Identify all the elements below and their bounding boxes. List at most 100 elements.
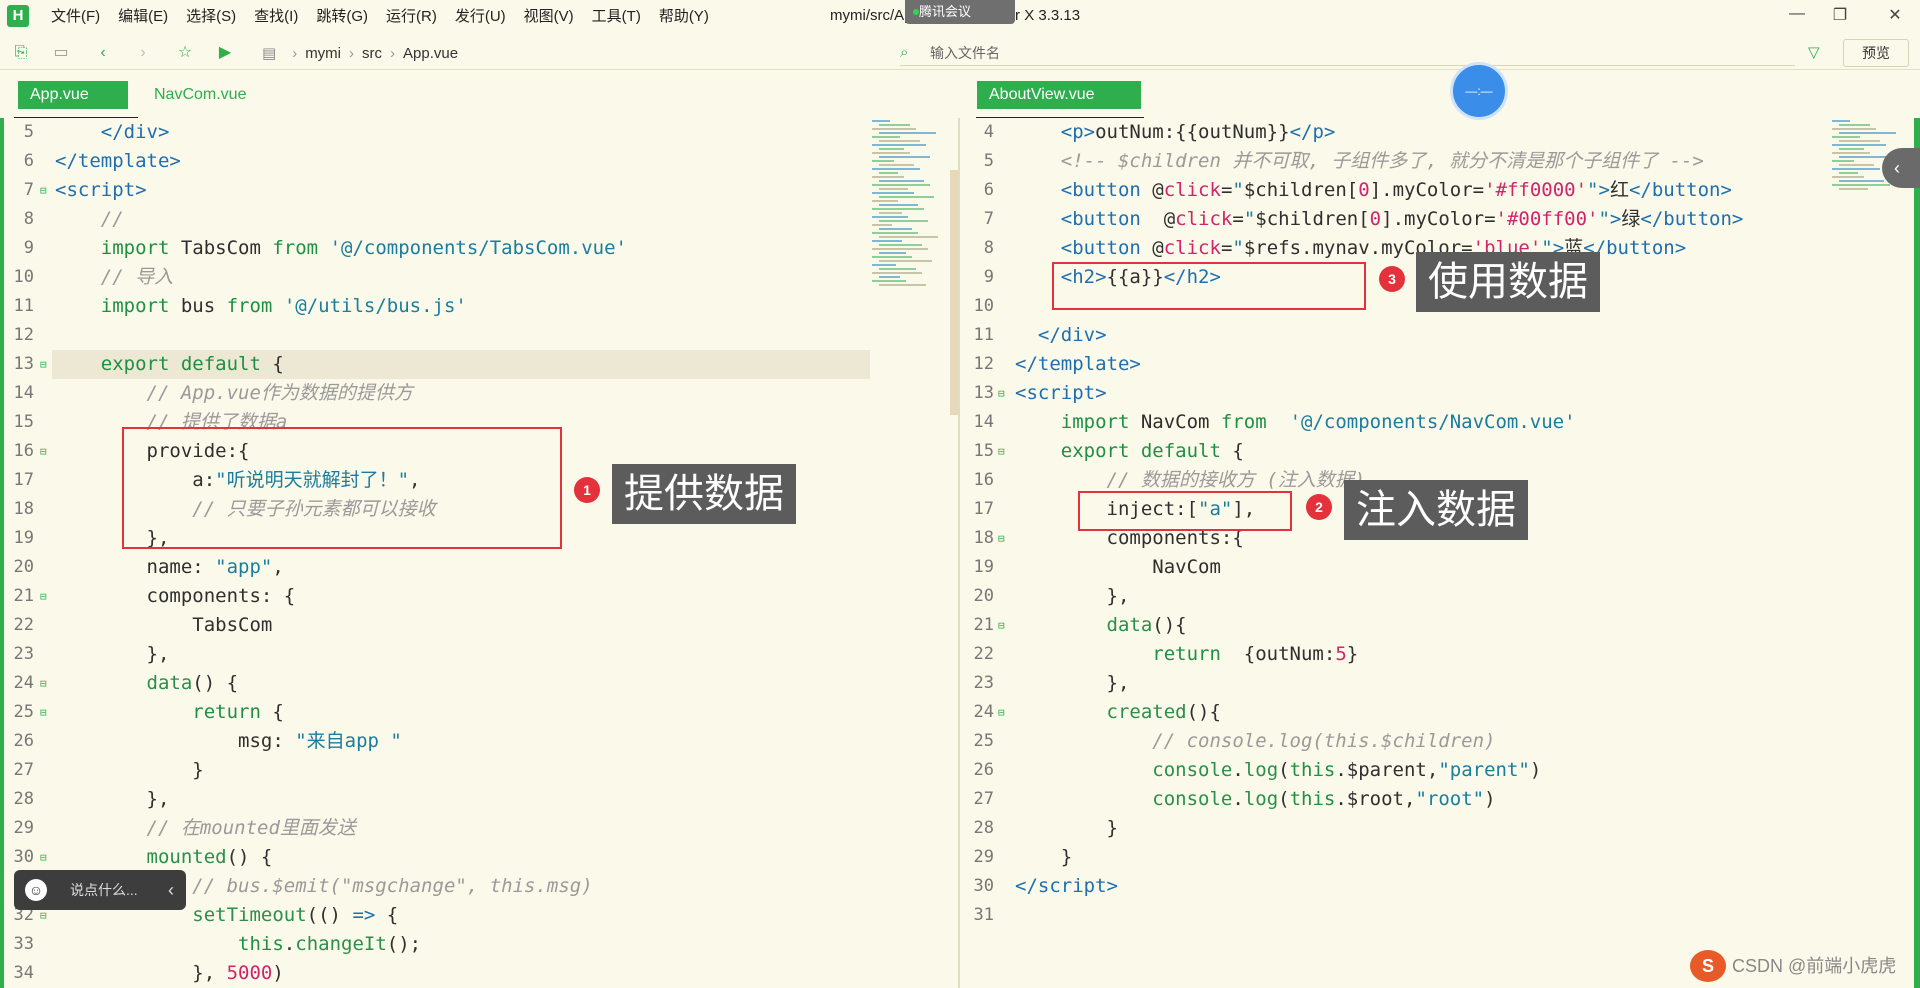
code-line[interactable]: 29 // 在mounted里面发送 — [0, 814, 958, 843]
minimap-line — [872, 168, 920, 170]
side-collapse-arrow-icon[interactable]: ‹ — [1882, 148, 1920, 188]
code-line[interactable]: 20 }, — [960, 582, 1920, 611]
code-line[interactable]: 12 — [0, 321, 958, 350]
code-line[interactable]: 24 ⊟ created(){ — [960, 698, 1920, 727]
fold-toggle-icon[interactable]: ⊟ — [40, 437, 47, 466]
code-line[interactable]: 34 }, 5000) — [0, 959, 958, 988]
fold-toggle-icon[interactable]: ⊟ — [40, 669, 47, 698]
fold-toggle-icon[interactable]: ⊟ — [998, 379, 1005, 408]
close-icon[interactable]: ✕ — [1880, 5, 1910, 25]
menu-item[interactable]: 发行(U) — [446, 6, 515, 28]
code-line[interactable]: 21 ⊟ components: { — [0, 582, 958, 611]
right-editor[interactable]: 4 <p>outNum:{{outNum}}</p> 5 <!-- $childr… — [960, 118, 1920, 988]
filter-icon[interactable]: ▽ — [1808, 43, 1820, 61]
breadcrumb-item[interactable]: src — [362, 45, 382, 62]
code-line[interactable]: 31 — [960, 901, 1920, 930]
left-scrollbar[interactable] — [950, 170, 958, 415]
fold-toggle-icon[interactable]: ⊟ — [40, 176, 47, 205]
code-line[interactable]: 28 } — [960, 814, 1920, 843]
code-text: data(){ — [1106, 614, 1187, 636]
fold-toggle-icon[interactable]: ⊟ — [40, 350, 47, 379]
code-line[interactable]: 22 return {outNum:5} — [960, 640, 1920, 669]
code-line[interactable]: 26 msg: "来自app " — [0, 727, 958, 756]
menu-item[interactable]: 跳转(G) — [307, 6, 377, 28]
menu-item[interactable]: 工具(T) — [583, 6, 650, 28]
fold-toggle-icon[interactable]: ⊟ — [998, 437, 1005, 466]
fold-toggle-icon[interactable]: ⊟ — [998, 524, 1005, 553]
chevron-left-icon[interactable]: ‹ — [168, 870, 174, 910]
code-line[interactable]: 23 }, — [960, 669, 1920, 698]
code-line[interactable]: 23 }, — [0, 640, 958, 669]
code-line[interactable]: 33 this.changeIt(); — [0, 930, 958, 959]
bookmark-star-icon[interactable]: ☆ — [174, 42, 196, 64]
code-line[interactable]: 24 ⊟ data() { — [0, 669, 958, 698]
run-icon[interactable]: ▶ — [214, 42, 236, 64]
fold-toggle-icon[interactable]: ⊟ — [998, 611, 1005, 640]
save-icon[interactable]: ▭ — [50, 42, 72, 64]
code-line[interactable]: 12 </template> — [960, 350, 1920, 379]
chat-input-box[interactable]: ☺ 说点什么... ‹ — [14, 870, 186, 910]
code-line[interactable]: 8 // — [0, 205, 958, 234]
code-line[interactable]: 11 import bus from '@/utils/bus.js' — [0, 292, 958, 321]
code-line[interactable]: 7 ⊟ <script> — [0, 176, 958, 205]
code-line[interactable]: 30 </script> — [960, 872, 1920, 901]
minimize-icon[interactable]: — — [1782, 5, 1812, 23]
menu-item[interactable]: 编辑(E) — [109, 6, 177, 28]
code-line[interactable]: 25 ⊟ return { — [0, 698, 958, 727]
code-line[interactable]: 21 ⊟ data(){ — [960, 611, 1920, 640]
menu-item[interactable]: 选择(S) — [177, 6, 245, 28]
forward-icon[interactable]: › — [132, 42, 154, 64]
floating-clock-widget[interactable]: —:— — [1450, 62, 1508, 120]
code-line[interactable]: 13 ⊟ export default { — [0, 350, 958, 379]
code-line[interactable]: 4 <p>outNum:{{outNum}}</p> — [960, 118, 1920, 147]
fold-toggle-icon[interactable]: ⊟ — [40, 582, 47, 611]
new-file-icon[interactable]: ⎘ — [10, 42, 32, 64]
code-line[interactable]: 14 // App.vue作为数据的提供方 — [0, 379, 958, 408]
code-line[interactable]: 30 ⊟ mounted() { — [0, 843, 958, 872]
menu-item[interactable]: 运行(R) — [377, 6, 446, 28]
code-line[interactable]: 6 <button @click="$children[0].myColor='… — [960, 176, 1920, 205]
code-line[interactable]: 27 console.log(this.$root,"root") — [960, 785, 1920, 814]
code-line[interactable]: 9 import TabsCom from '@/components/Tabs… — [0, 234, 958, 263]
file-name-input[interactable] — [900, 40, 1795, 66]
tab-app-vue[interactable]: App.vue — [18, 81, 128, 109]
menu-item[interactable]: 帮助(Y) — [650, 6, 718, 28]
tab-aboutview-vue[interactable]: AboutView.vue — [977, 81, 1141, 109]
breadcrumb-item[interactable]: App.vue — [403, 45, 458, 62]
code-line[interactable]: 10 // 导入 — [0, 263, 958, 292]
emoji-icon[interactable]: ☺ — [25, 879, 47, 901]
breadcrumb-item[interactable]: mymi — [305, 45, 341, 62]
menu-item[interactable]: 视图(V) — [515, 6, 583, 28]
code-line[interactable]: 19 NavCom — [960, 553, 1920, 582]
annotation-label-inject: 注入数据 — [1344, 480, 1528, 540]
code-line[interactable]: 22 TabsCom — [0, 611, 958, 640]
code-line[interactable]: 5 <!-- $children 并不可取, 子组件多了, 就分不清是那个子组件… — [960, 147, 1920, 176]
meeting-badge[interactable]: 腾讯会议 — [905, 0, 1015, 24]
restore-icon[interactable]: ❐ — [1825, 5, 1855, 25]
code-line[interactable]: 13 ⊟ <script> — [960, 379, 1920, 408]
tab-navcom-vue[interactable]: NavCom.vue — [142, 81, 258, 109]
code-line[interactable]: 15 ⊟ export default { — [960, 437, 1920, 466]
code-text: mounted() { — [146, 846, 273, 868]
preview-button[interactable]: 预览 — [1843, 39, 1909, 67]
code-line[interactable]: 26 console.log(this.$parent,"parent") — [960, 756, 1920, 785]
code-line[interactable]: 11 </div> — [960, 321, 1920, 350]
code-line[interactable]: 29 } — [960, 843, 1920, 872]
fold-toggle-icon[interactable]: ⊟ — [40, 698, 47, 727]
code-line[interactable]: 7 <button @click="$children[0].myColor='… — [960, 205, 1920, 234]
left-minimap[interactable] — [872, 118, 950, 358]
minimap-line — [1839, 148, 1864, 150]
code-line[interactable]: 25 // console.log(this.$children) — [960, 727, 1920, 756]
menu-item[interactable]: 查找(I) — [245, 6, 307, 28]
code-line[interactable]: 6 </template> — [0, 147, 958, 176]
menu-item[interactable]: 文件(F) — [42, 6, 109, 28]
code-line[interactable]: 28 }, — [0, 785, 958, 814]
fold-toggle-icon[interactable]: ⊟ — [40, 843, 47, 872]
code-line[interactable]: 5 </div> — [0, 118, 958, 147]
code-line[interactable]: 14 import NavCom from '@/components/NavC… — [960, 408, 1920, 437]
fold-toggle-icon[interactable]: ⊟ — [998, 698, 1005, 727]
back-icon[interactable]: ‹ — [92, 42, 114, 64]
code-line[interactable]: 27 } — [0, 756, 958, 785]
code-line[interactable]: 20 name: "app", — [0, 553, 958, 582]
left-editor[interactable]: 5 </div> 6 </template> 7 ⊟ <script> 8 //9 impo… — [0, 118, 958, 988]
